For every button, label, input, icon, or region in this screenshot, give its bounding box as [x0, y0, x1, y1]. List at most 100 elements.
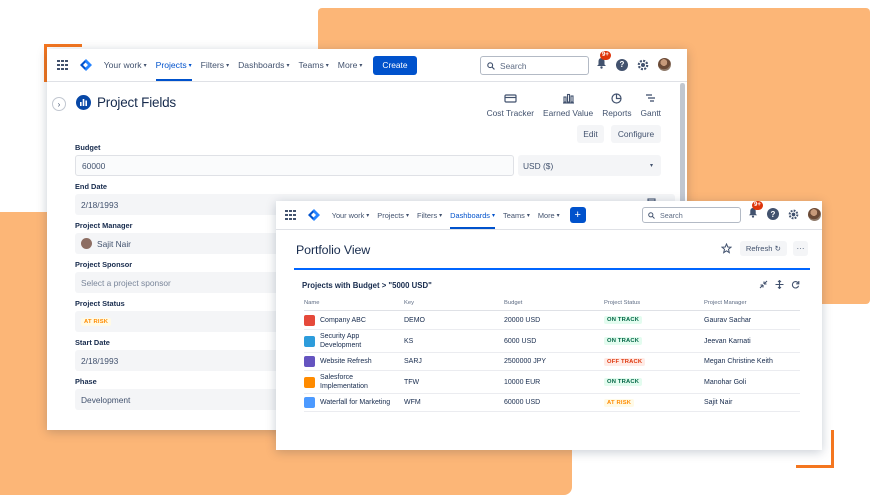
gantt-button[interactable]: Gantt [641, 93, 661, 118]
nav-dashboards[interactable]: Dashboards ▾ [238, 49, 289, 81]
user-avatar[interactable] [658, 58, 671, 71]
project-budget-cell: 2500000 JPY [504, 358, 547, 365]
jira-logo-icon[interactable] [307, 209, 320, 221]
column-header-name[interactable]: Name [304, 300, 319, 306]
move-icon[interactable] [775, 280, 784, 289]
column-header-key[interactable]: Key [404, 300, 414, 306]
end-date-value: 2/18/1993 [81, 199, 119, 210]
nav-filters[interactable]: Filters ▾ [201, 49, 229, 81]
nav-dashboards[interactable]: Dashboards ▾ [450, 201, 495, 229]
project-name-cell[interactable]: Company ABC [304, 311, 399, 329]
nav-your-work[interactable]: Your work ▾ [332, 201, 370, 229]
project-status-label: Project Status [75, 299, 125, 308]
gantt-icon [646, 94, 656, 102]
nav-teams[interactable]: Teams ▾ [298, 49, 328, 81]
nav-teams[interactable]: Teams ▾ [503, 201, 530, 229]
column-header-status[interactable]: Project Status [604, 300, 640, 306]
project-status-cell: ON TRACK [604, 311, 643, 329]
search-placeholder: Search [660, 210, 683, 220]
project-key-cell: DEMO [404, 316, 425, 324]
project-name-cell[interactable]: Waterfall for Marketing [304, 394, 399, 411]
configure-button[interactable]: Configure [611, 125, 661, 143]
cost-tracker-button[interactable]: Cost Tracker [487, 93, 534, 118]
notification-badge: 9+ [600, 51, 611, 60]
sidebar-expand-button[interactable]: › [52, 97, 66, 111]
project-budget-cell: 60000 USD [504, 399, 541, 406]
minimize-icon[interactable] [759, 280, 768, 289]
earned-value-label: Earned Value [543, 108, 594, 118]
currency-value: USD ($) [523, 160, 554, 171]
nav-more[interactable]: More ▾ [338, 49, 363, 81]
project-key-cell: KS [404, 337, 414, 345]
bar-chart-icon [562, 93, 574, 104]
page-title: Project Fields [97, 95, 176, 110]
phase-label: Phase [75, 377, 97, 386]
more-actions-button[interactable]: ··· [793, 241, 808, 256]
nav-more[interactable]: More ▾ [538, 201, 560, 229]
refresh-icon[interactable] [791, 280, 800, 289]
status-badge: OFF TRACK [604, 357, 646, 366]
help-icon[interactable]: ? [616, 58, 628, 71]
star-icon[interactable] [720, 243, 732, 254]
currency-select[interactable]: USD ($) ▾ [518, 155, 661, 176]
create-button[interactable]: Create [373, 55, 417, 75]
project-key-cell: WFM [404, 399, 421, 406]
project-manager-cell: Megan Christine Keith [704, 358, 773, 365]
status-badge: ON TRACK [604, 316, 643, 324]
table-row[interactable]: Website Refresh SARJ 2500000 JPY OFF TRACK M… [304, 353, 800, 371]
project-status-cell: ON TRACK [604, 330, 643, 352]
end-date-label: End Date [75, 182, 108, 191]
search-input[interactable]: Search [642, 207, 741, 223]
table-row[interactable]: Company ABC DEMO 20000 USD ON TRACK Gaurav S… [304, 311, 800, 330]
scrollbar-thumb[interactable] [680, 83, 685, 203]
reports-button[interactable]: Reports [602, 93, 632, 118]
app-switcher-icon[interactable] [285, 209, 296, 221]
project-status-cell: AT RISK [604, 394, 635, 411]
project-avatar-icon [304, 397, 315, 408]
reports-label: Reports [602, 108, 632, 118]
notifications-button[interactable]: 9+ [748, 201, 763, 221]
earned-value-button[interactable]: Earned Value [543, 93, 593, 118]
portfolio-view-window: Your work ▾ Projects ▾ Filters ▾ Dashboards… [276, 201, 822, 450]
project-fields-logo-icon [76, 95, 91, 110]
project-name-cell[interactable]: Salesforce Implementation [304, 371, 399, 393]
search-input[interactable]: Search [480, 56, 589, 75]
table-row[interactable]: Security App Development KS 6000 USD ON TRA… [304, 330, 800, 353]
app-switcher-icon[interactable] [57, 59, 68, 71]
nav-projects[interactable]: Projects ▾ [377, 201, 409, 229]
dashboard-actions: Refresh ↻ ··· [720, 241, 808, 256]
nav-your-work[interactable]: Your work ▾ [104, 49, 147, 81]
project-name[interactable]: Website Refresh [320, 357, 372, 366]
gear-icon[interactable] [637, 59, 649, 71]
project-name-cell[interactable]: Security App Development [304, 330, 399, 352]
nav-filters[interactable]: Filters ▾ [417, 201, 442, 229]
search-placeholder: Search [500, 60, 527, 71]
notifications-button[interactable]: 9+ [596, 51, 611, 72]
table-row[interactable]: Waterfall for Marketing WFM 60000 USD AT RI… [304, 394, 800, 412]
edit-button[interactable]: Edit [577, 125, 604, 143]
nav-projects[interactable]: Projects ▾ [155, 49, 192, 81]
refresh-button[interactable]: Refresh ↻ [739, 241, 787, 256]
cost-tracker-label: Cost Tracker [486, 108, 535, 118]
project-manager-cell: Jeevan Karnati [704, 337, 751, 345]
project-name-cell[interactable]: Website Refresh [304, 353, 399, 370]
project-avatar-icon [304, 376, 315, 388]
project-name[interactable]: Salesforce Implementation [320, 373, 399, 391]
table-header: Name Key Budget Project Status Project M… [304, 300, 800, 311]
column-header-budget[interactable]: Budget [504, 300, 522, 306]
project-name[interactable]: Company ABC [320, 316, 366, 325]
help-icon[interactable]: ? [767, 208, 779, 220]
budget-input[interactable]: 60000 [75, 155, 514, 176]
user-avatar[interactable] [808, 207, 821, 221]
project-manager-cell: Manohar Goli [704, 378, 747, 386]
gear-icon[interactable] [788, 209, 799, 220]
refresh-label: Refresh [745, 244, 773, 253]
project-avatar-icon [304, 356, 315, 367]
project-name[interactable]: Security App Development [320, 332, 399, 350]
jira-logo-icon[interactable] [79, 59, 92, 71]
column-header-manager[interactable]: Project Manager [704, 300, 747, 306]
project-name[interactable]: Waterfall for Marketing [320, 398, 390, 407]
top-navigation: Your work ▾ Projects ▾ Filters ▾ Dashboards… [47, 49, 687, 82]
create-button[interactable]: + [569, 207, 586, 223]
table-row[interactable]: Salesforce Implementation TFW 10000 EUR ON … [304, 371, 800, 394]
